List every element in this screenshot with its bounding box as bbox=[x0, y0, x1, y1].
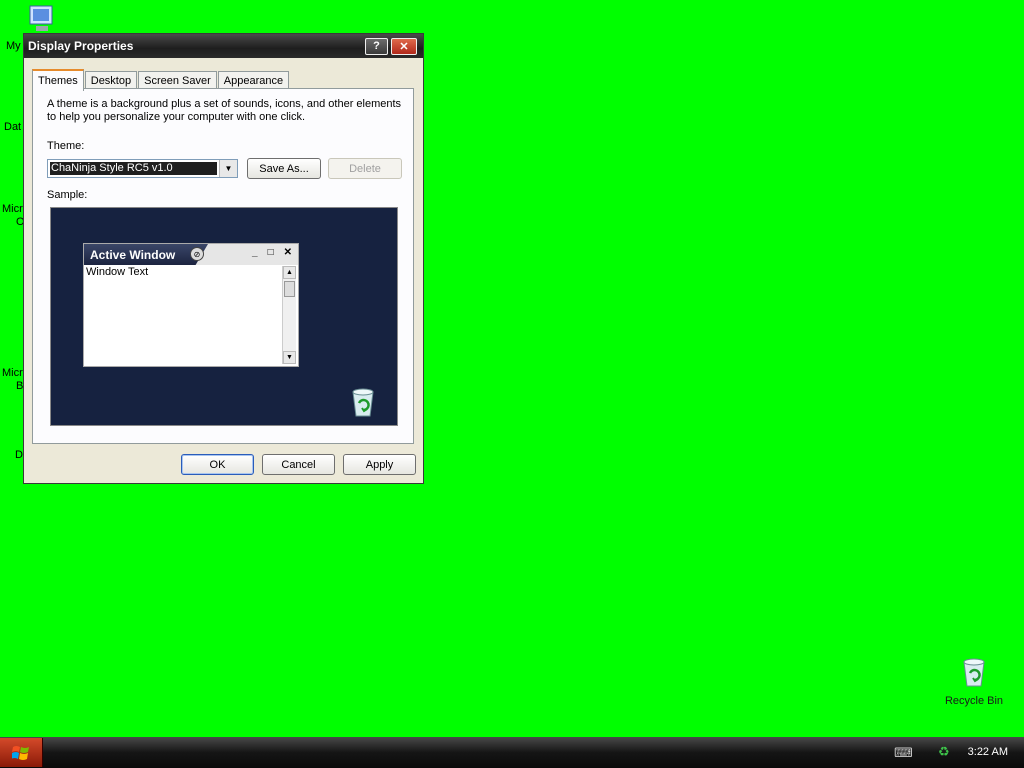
tab-screen-saver[interactable]: Screen Saver bbox=[138, 71, 217, 89]
theme-select[interactable]: ChaNinja Style RC5 v1.0 ▼ bbox=[47, 159, 238, 178]
tab-appearance[interactable]: Appearance bbox=[217, 71, 290, 89]
delete-button[interactable]: Delete bbox=[328, 158, 402, 179]
tab-desktop[interactable]: Desktop bbox=[84, 71, 138, 89]
recycle-bin-icon bbox=[347, 386, 379, 421]
recycle-bin-label: Recycle Bin bbox=[944, 695, 1004, 707]
orb-icon: ⊘ bbox=[190, 247, 204, 261]
start-button[interactable] bbox=[0, 738, 43, 767]
recycle-tray-icon[interactable]: ♻ bbox=[938, 744, 950, 760]
computer-icon bbox=[29, 5, 53, 31]
display-properties-window: Display Properties ? ✕ Themes Desktop Sc… bbox=[23, 33, 424, 484]
clock[interactable]: 3:22 AM bbox=[968, 746, 1008, 758]
sample-scrollbar: ▲ ▼ bbox=[282, 266, 296, 364]
taskbar: ⌨ ♻ 3:22 AM bbox=[0, 737, 1024, 768]
maximize-icon: □ bbox=[267, 247, 274, 258]
sample-window-buttons: _ □ ✕ bbox=[252, 247, 292, 258]
keyboard-icon[interactable]: ⌨ bbox=[894, 745, 913, 761]
desktop-icon-label[interactable]: Dat bbox=[4, 121, 21, 133]
recycle-bin-icon bbox=[963, 658, 985, 687]
help-icon: ? bbox=[373, 40, 380, 52]
apply-button[interactable]: Apply bbox=[343, 454, 416, 475]
window-title: Display Properties bbox=[28, 39, 134, 53]
sample-label: Sample: bbox=[47, 189, 88, 201]
sample-window-text: Window Text bbox=[86, 266, 149, 278]
scroll-down-icon: ▼ bbox=[283, 351, 296, 364]
desktop-icon-label[interactable]: Micr bbox=[2, 203, 23, 215]
desktop-icon-label[interactable]: Micr bbox=[2, 367, 23, 379]
themes-panel: A theme is a background plus a set of so… bbox=[32, 88, 414, 444]
windows-logo-icon bbox=[12, 745, 29, 760]
desktop-icon-label: My bbox=[6, 40, 21, 52]
scroll-thumb bbox=[284, 281, 295, 297]
close-icon: ✕ bbox=[283, 247, 292, 258]
desktop-icon-recycle-bin[interactable]: Recycle Bin bbox=[944, 656, 1004, 707]
minimize-icon: _ bbox=[252, 247, 258, 258]
save-as-button[interactable]: Save As... bbox=[247, 158, 321, 179]
sample-title-bar: Active Window ⊘ _ □ ✕ bbox=[84, 244, 298, 265]
ok-button[interactable]: OK bbox=[181, 454, 254, 475]
scroll-up-icon: ▲ bbox=[283, 266, 296, 279]
help-button[interactable]: ? bbox=[365, 37, 388, 55]
system-tray: ⌨ ♻ 3:22 AM bbox=[884, 737, 1024, 768]
theme-description: A theme is a background plus a set of so… bbox=[47, 98, 402, 123]
close-icon: ✕ bbox=[399, 40, 409, 53]
desktop-icon-label[interactable]: D bbox=[15, 449, 23, 461]
title-bar[interactable]: Display Properties ? ✕ bbox=[24, 34, 423, 58]
sample-active-window: Active Window ⊘ _ □ ✕ Window Text ▲ ▼ bbox=[83, 243, 299, 367]
theme-label: Theme: bbox=[47, 140, 85, 152]
close-button[interactable]: ✕ bbox=[391, 37, 417, 55]
tab-themes[interactable]: Themes bbox=[32, 69, 84, 91]
sample-preview: Active Window ⊘ _ □ ✕ Window Text ▲ ▼ bbox=[50, 207, 398, 426]
cancel-button[interactable]: Cancel bbox=[262, 454, 335, 475]
sample-window-title: Active Window bbox=[90, 247, 176, 262]
theme-select-value: ChaNinja Style RC5 v1.0 bbox=[50, 162, 217, 175]
chevron-down-icon[interactable]: ▼ bbox=[219, 160, 237, 177]
